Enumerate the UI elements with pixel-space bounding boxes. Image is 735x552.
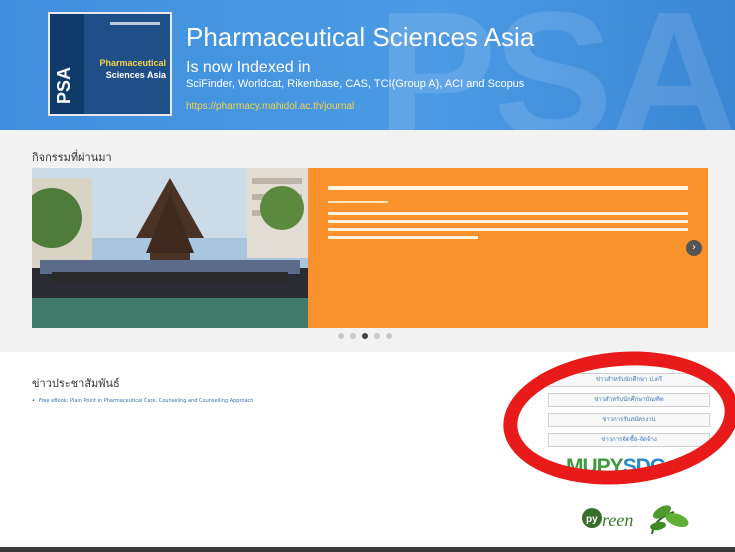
svg-text:py: py: [586, 514, 598, 525]
journal-banner[interactable]: PSA PSA Pharmaceutical Sciences Asia Pha…: [0, 0, 735, 130]
news-heading: ข่าวประชาสัมพันธ์: [32, 378, 120, 390]
activities-heading: กิจกรรมที่ผ่านมา: [32, 152, 112, 164]
carousel-dot-active[interactable]: [362, 333, 368, 339]
page: PSA PSA Pharmaceutical Sciences Asia Pha…: [0, 0, 735, 552]
news-link-text[interactable]: Free eBook: Plain Point in Pharmaceutica…: [39, 398, 254, 404]
slide-text-line: [328, 212, 688, 215]
banner-indexed-list: SciFinder, Worldcat, Rikenbase, CAS, TCI…: [186, 78, 525, 90]
carousel-indicators: [338, 333, 392, 339]
carousel-dot[interactable]: [338, 333, 344, 339]
chevron-right-icon: ›: [692, 242, 696, 253]
slide-date: [328, 201, 388, 203]
bullet-icon: •: [32, 398, 35, 404]
slide-text-line: [328, 220, 688, 223]
carousel-dot[interactable]: [350, 333, 356, 339]
slide-photo[interactable]: [32, 168, 308, 328]
slide-headline: [328, 186, 688, 190]
carousel-dot[interactable]: [386, 333, 392, 339]
group-photo-image: [32, 168, 308, 328]
cover-title-2: Sciences Asia: [105, 70, 166, 80]
banner-title: Pharmaceutical Sciences Asia: [186, 22, 535, 52]
carousel-dot[interactable]: [374, 333, 380, 339]
py-green-logo[interactable]: py reen: [582, 498, 692, 542]
journal-cover: PSA Pharmaceutical Sciences Asia: [48, 12, 172, 116]
cover-title-1: Pharmaceutical: [99, 58, 166, 68]
slide-caption-panel[interactable]: [308, 168, 708, 328]
carousel-next-button[interactable]: ›: [686, 240, 702, 256]
cover-detail: [110, 22, 160, 25]
slide-text-line: [328, 236, 478, 239]
red-annotation-circle: [497, 341, 735, 495]
banner-subtitle: Is now Indexed in: [186, 59, 311, 76]
cover-psa: PSA: [54, 66, 74, 104]
banner-url[interactable]: https://pharmacy.mahidol.ac.th/journal: [186, 101, 354, 112]
footer-bar: [0, 547, 735, 552]
py-green-icon: py reen: [582, 505, 689, 535]
news-item[interactable]: • Free eBook: Plain Point in Pharmaceutic…: [32, 398, 253, 404]
slide-text-line: [328, 228, 688, 231]
banner-watermark: PSA: [376, 0, 735, 130]
svg-text:reen: reen: [602, 510, 633, 530]
